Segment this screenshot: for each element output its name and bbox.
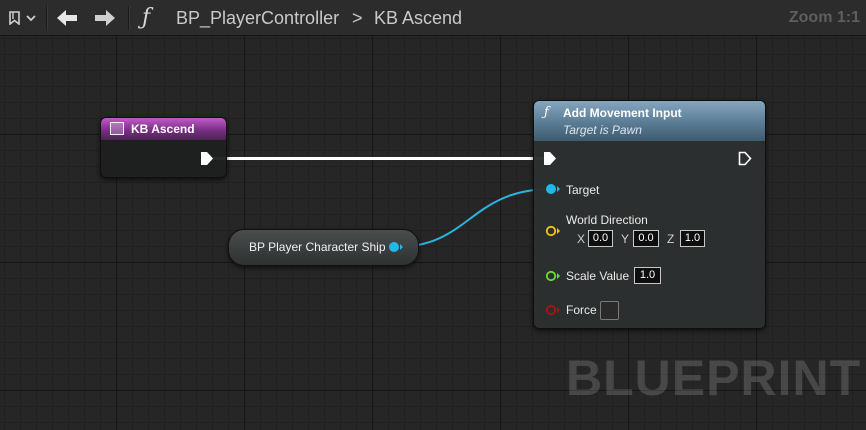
target-wire [395, 188, 553, 248]
axis-label-z: Z [667, 232, 675, 246]
vector-pin-icon[interactable] [545, 224, 561, 238]
object-pin-icon[interactable] [545, 182, 561, 196]
node-title: Add Movement Input [563, 106, 682, 120]
direction-z-input[interactable]: 1.0 [680, 230, 705, 247]
object-out-pin-icon[interactable] [388, 240, 404, 254]
keyboard-event-icon [110, 122, 124, 135]
direction-x-input[interactable]: 0.0 [588, 230, 613, 247]
pin-label-force: Force [566, 303, 597, 317]
event-node-kb-ascend[interactable]: KB Ascend [100, 117, 227, 178]
function-icon: ƒ [544, 105, 549, 120]
scale-value-input[interactable]: 1.0 [634, 267, 661, 284]
pin-label-target: Target [566, 183, 600, 197]
variable-node-label: BP Player Character Ship [249, 240, 386, 254]
pin-label-world-direction: World Direction [566, 213, 648, 227]
exec-out-pin-icon[interactable] [738, 151, 752, 166]
pin-label-scale-value: Scale Value [566, 269, 630, 283]
axis-label-x: X [577, 232, 586, 246]
exec-out-pin-icon[interactable] [200, 151, 214, 166]
add-movement-input-header: ƒ Add Movement Input Target is Pawn [534, 101, 765, 141]
bool-pin-icon[interactable] [545, 303, 561, 317]
float-pin-icon[interactable] [545, 269, 561, 283]
direction-y-input[interactable]: 0.0 [633, 230, 659, 247]
event-node-title: KB Ascend [131, 122, 195, 136]
force-checkbox[interactable] [600, 301, 619, 320]
event-node-header: KB Ascend [101, 118, 226, 140]
node-subtitle: Target is Pawn [563, 123, 642, 137]
blueprint-watermark: BLUEPRINT [566, 350, 862, 406]
axis-label-y: Y [621, 232, 630, 246]
exec-in-pin-icon[interactable] [543, 151, 557, 166]
